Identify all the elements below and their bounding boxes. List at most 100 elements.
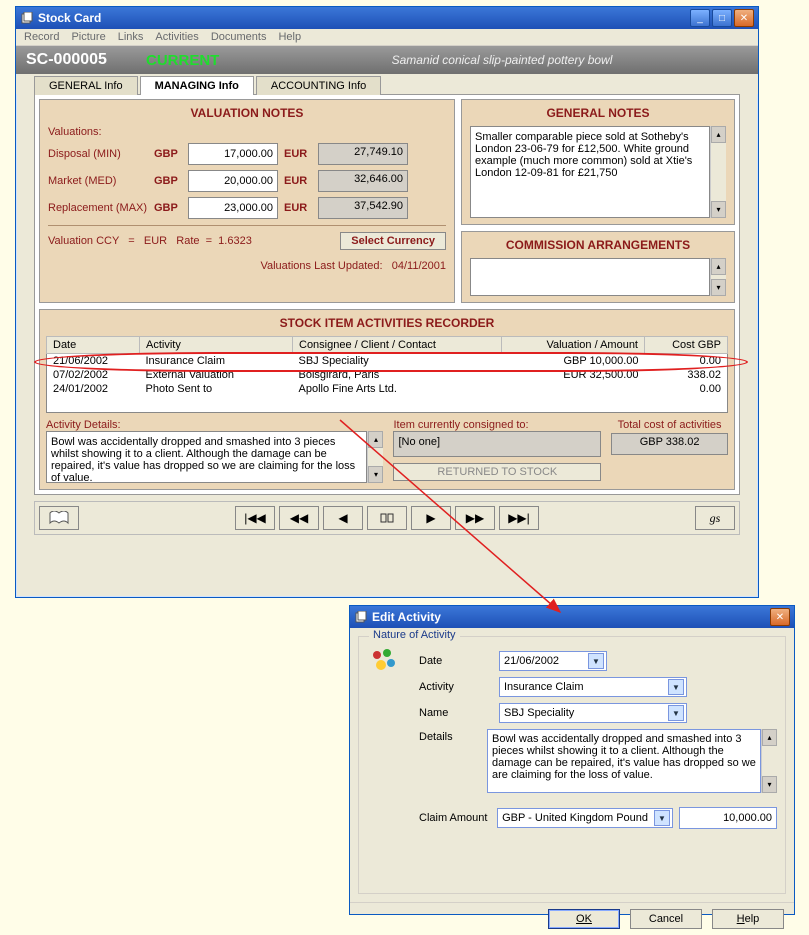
- tab-general[interactable]: GENERAL Info: [34, 76, 138, 95]
- col-contact[interactable]: Consignee / Client / Contact: [293, 337, 502, 354]
- market-gbp-input[interactable]: [188, 170, 278, 192]
- activity-details-text[interactable]: Bowl was accidentally dropped and smashe…: [46, 431, 367, 483]
- general-notes-text[interactable]: Smaller comparable piece sold at Sotheby…: [470, 126, 710, 218]
- scroll-down-icon[interactable]: ▾: [368, 466, 383, 483]
- select-currency-button[interactable]: Select Currency: [340, 232, 446, 250]
- details-textarea[interactable]: Bowl was accidentally dropped and smashe…: [487, 729, 761, 793]
- col-amount[interactable]: Valuation / Amount: [502, 337, 645, 354]
- dialog-title: Edit Activity: [372, 610, 768, 624]
- col-activity[interactable]: Activity: [140, 337, 293, 354]
- close-button[interactable]: ✕: [734, 9, 754, 27]
- disposal-label: Disposal (MIN): [48, 148, 148, 160]
- date-value: 21/06/2002: [504, 655, 588, 667]
- scroll-up-icon[interactable]: ▴: [762, 729, 777, 746]
- chevron-down-icon[interactable]: ▼: [588, 653, 604, 669]
- menu-activities[interactable]: Activities: [155, 31, 198, 43]
- gbp-label: GBP: [154, 148, 182, 160]
- scroll-down-icon[interactable]: ▾: [762, 776, 777, 793]
- nav-prev-button[interactable]: ◀: [323, 506, 363, 530]
- scrollbar[interactable]: ▴ ▾: [710, 258, 726, 296]
- claim-amount-label: Claim Amount: [367, 812, 497, 824]
- gbp-label: GBP: [154, 202, 182, 214]
- scroll-down-icon[interactable]: ▾: [711, 201, 726, 218]
- general-notes-box: GENERAL NOTES Smaller comparable piece s…: [461, 99, 735, 225]
- menu-record[interactable]: Record: [24, 31, 59, 43]
- activities-table[interactable]: Date Activity Consignee / Client / Conta…: [46, 336, 728, 413]
- table-row[interactable]: 07/02/2002 External Valuation Boisgirard…: [47, 368, 728, 382]
- tab-panel: VALUATION NOTES Valuations: Disposal (MI…: [34, 94, 740, 495]
- scrollbar[interactable]: ▴ ▾: [710, 126, 726, 218]
- nav-last-button[interactable]: ▶▶|: [499, 506, 539, 530]
- dialog-button-row: OK Cancel Help: [350, 902, 794, 935]
- col-date[interactable]: Date: [47, 337, 140, 354]
- valuation-ccy-line: Valuation CCY = EUR Rate = 1.6323: [48, 235, 334, 247]
- menu-links[interactable]: Links: [118, 31, 144, 43]
- stock-card-window: Stock Card _ □ ✕ Record Picture Links Ac…: [15, 6, 759, 598]
- valuation-title: VALUATION NOTES: [48, 106, 446, 120]
- menu-documents[interactable]: Documents: [211, 31, 267, 43]
- general-notes-title: GENERAL NOTES: [470, 106, 726, 120]
- commission-text[interactable]: [470, 258, 710, 296]
- nav-next-page-button[interactable]: ▶▶: [455, 506, 495, 530]
- activity-icon: [369, 647, 399, 677]
- menu-picture[interactable]: Picture: [71, 31, 105, 43]
- replacement-label: Replacement (MAX): [48, 202, 148, 214]
- cell-contact: Boisgirard, Paris: [293, 368, 502, 382]
- eur-label: EUR: [284, 202, 312, 214]
- nav-next-button[interactable]: ▶: [411, 506, 451, 530]
- cell-amount: EUR 32,500.00: [502, 368, 645, 382]
- cell-amount: [502, 382, 645, 396]
- scroll-up-icon[interactable]: ▴: [711, 126, 726, 143]
- chevron-down-icon[interactable]: ▼: [654, 810, 670, 826]
- book-icon[interactable]: [39, 506, 79, 530]
- menu-help[interactable]: Help: [278, 31, 301, 43]
- tab-managing[interactable]: MANAGING Info: [140, 76, 254, 95]
- claim-amount-input[interactable]: [679, 807, 777, 829]
- scroll-up-icon[interactable]: ▴: [711, 258, 726, 275]
- minimize-button[interactable]: _: [690, 9, 710, 27]
- disposal-gbp-input[interactable]: [188, 143, 278, 165]
- cell-cost: 0.00: [645, 354, 728, 369]
- edit-activity-dialog: Edit Activity ✕ Nature of Activity Date …: [349, 605, 795, 915]
- help-button[interactable]: Help: [712, 909, 784, 929]
- cell-cost: 0.00: [645, 382, 728, 396]
- total-cost-value: GBP 338.02: [611, 433, 728, 455]
- record-nav-bar: |◀◀ ◀◀ ◀ ▶ ▶▶ ▶▶| gs: [34, 501, 740, 535]
- scroll-up-icon[interactable]: ▴: [368, 431, 383, 448]
- claim-ccy-value: GBP - United Kingdom Pound: [502, 812, 654, 824]
- claim-ccy-select[interactable]: GBP - United Kingdom Pound ▼: [497, 808, 673, 828]
- activity-value: Insurance Claim: [504, 681, 668, 693]
- ok-button[interactable]: OK: [548, 909, 620, 929]
- signature-icon[interactable]: gs: [695, 506, 735, 530]
- dialog-close-button[interactable]: ✕: [770, 608, 790, 626]
- tab-accounting[interactable]: ACCOUNTING Info: [256, 76, 381, 95]
- chevron-down-icon[interactable]: ▼: [668, 705, 684, 721]
- menubar: Record Picture Links Activities Document…: [16, 29, 758, 46]
- name-select[interactable]: SBJ Speciality ▼: [499, 703, 687, 723]
- scrollbar[interactable]: ▴ ▾: [761, 729, 777, 793]
- nav-center-button[interactable]: [367, 506, 407, 530]
- activity-select[interactable]: Insurance Claim ▼: [499, 677, 687, 697]
- col-cost[interactable]: Cost GBP: [645, 337, 728, 354]
- nav-prev-page-button[interactable]: ◀◀: [279, 506, 319, 530]
- cell-activity: Insurance Claim: [140, 354, 293, 369]
- nav-first-button[interactable]: |◀◀: [235, 506, 275, 530]
- last-updated-label: Valuations Last Updated:: [260, 260, 382, 272]
- market-eur-readonly: 32,646.00: [318, 170, 408, 192]
- cancel-button[interactable]: Cancel: [630, 909, 702, 929]
- name-value: SBJ Speciality: [504, 707, 668, 719]
- valuation-notes-box: VALUATION NOTES Valuations: Disposal (MI…: [39, 99, 455, 303]
- maximize-button[interactable]: □: [712, 9, 732, 27]
- table-row[interactable]: 21/06/2002 Insurance Claim SBJ Specialit…: [47, 354, 728, 369]
- table-row[interactable]: 24/01/2002 Photo Sent to Apollo Fine Art…: [47, 382, 728, 396]
- scrollbar[interactable]: ▴ ▾: [367, 431, 383, 483]
- replacement-gbp-input[interactable]: [188, 197, 278, 219]
- chevron-down-icon[interactable]: ▼: [668, 679, 684, 695]
- cell-activity: Photo Sent to: [140, 382, 293, 396]
- details-label: Details: [367, 729, 487, 743]
- window-title: Stock Card: [38, 11, 688, 25]
- scroll-down-icon[interactable]: ▾: [711, 279, 726, 296]
- last-updated-date: 04/11/2001: [392, 260, 446, 272]
- activity-details-label: Activity Details:: [46, 419, 383, 431]
- date-field[interactable]: 21/06/2002 ▼: [499, 651, 607, 671]
